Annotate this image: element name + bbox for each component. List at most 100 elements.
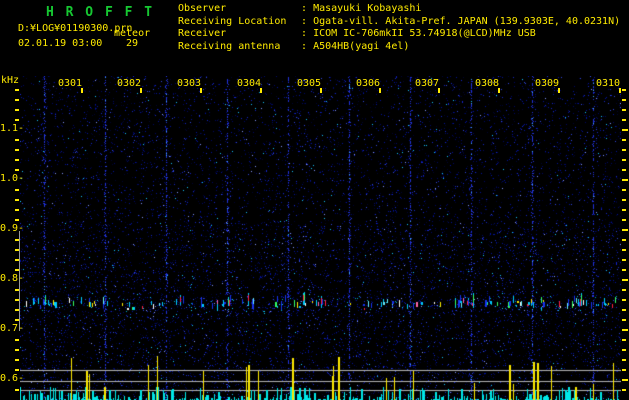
time-axis-tick	[320, 88, 322, 93]
freq-minor-tick-left	[15, 159, 19, 161]
freq-tick-right	[622, 159, 626, 161]
time-axis-label: 0307	[415, 78, 440, 89]
time-axis-label: 0308	[475, 78, 500, 89]
freq-minor-tick-left	[15, 289, 19, 291]
freq-minor-tick-left	[15, 119, 19, 121]
freq-tick-right	[622, 359, 626, 361]
receiver-info: Observer : Masayuki Kobayashi Receiving L…	[178, 3, 620, 53]
freq-minor-tick-left	[15, 89, 19, 91]
freq-minor-tick-left	[15, 339, 19, 341]
freq-minor-tick-left	[15, 389, 19, 391]
freq-tick-right	[622, 209, 626, 211]
freq-tick-right	[622, 119, 626, 121]
freq-tick-right	[622, 379, 628, 381]
time-axis-tick	[200, 88, 202, 93]
info-label: Observer	[178, 3, 227, 14]
time-axis-label: 0309	[535, 78, 560, 89]
freq-minor-tick-left	[15, 249, 19, 251]
freq-axis-unit: kHz	[1, 75, 20, 86]
freq-tick-right	[622, 309, 626, 311]
receiver-info-row: Receiving antenna : A504HB(yagi 4el)	[178, 41, 620, 54]
echo-counter: 29	[126, 38, 139, 49]
info-label: Receiver	[178, 28, 227, 40]
time-axis-tick	[81, 88, 83, 93]
freq-tick-right	[622, 219, 626, 221]
time-axis-tick	[260, 88, 262, 93]
freq-tick-right	[622, 239, 626, 241]
freq-tick-right	[622, 169, 626, 171]
app-title: H R O F F T	[46, 5, 155, 20]
freq-minor-tick-left	[15, 189, 19, 191]
freq-axis-label: 1.0-	[0, 173, 25, 184]
info-separator: :	[295, 15, 314, 27]
freq-minor-tick-left	[15, 319, 19, 321]
freq-tick-right	[622, 259, 626, 261]
freq-tick-right	[622, 329, 628, 331]
freq-tick-right	[622, 339, 626, 341]
freq-tick-right	[622, 319, 626, 321]
receiver-info-row: Receiver : ICOM IC-706mkII 53.74918(@LCD…	[178, 28, 620, 41]
info-value: Ogata-vill. Akita-Pref. JAPAN (139.9303E…	[313, 15, 621, 27]
time-axis-label: 0304	[237, 78, 262, 89]
frame-datetime: 02.01.19 03:00	[18, 38, 103, 49]
freq-minor-tick-left	[15, 309, 19, 311]
freq-tick-right	[622, 99, 626, 101]
time-axis-tick	[438, 88, 440, 93]
freq-minor-tick-left	[15, 199, 19, 201]
time-axis-tick	[379, 88, 381, 93]
freq-tick-right	[622, 249, 626, 251]
time-axis-label: 0301	[58, 78, 83, 89]
freq-axis-label: 0.6-	[0, 373, 25, 384]
time-axis-tick	[619, 88, 621, 93]
info-value: Masayuki Kobayashi	[313, 3, 422, 14]
freq-minor-tick-left	[15, 259, 19, 261]
freq-tick-right	[622, 149, 626, 151]
freq-minor-tick-left	[15, 139, 19, 141]
info-value: ICOM IC-706mkII 53.74918(@LCD)MHz USB	[313, 28, 536, 40]
freq-minor-tick-left	[15, 149, 19, 151]
time-axis-tick	[558, 88, 560, 93]
time-axis-label: 0305	[297, 78, 322, 89]
freq-minor-tick-left	[15, 269, 19, 271]
info-separator: :	[295, 28, 314, 40]
freq-minor-tick-left	[15, 109, 19, 111]
freq-tick-right	[622, 369, 626, 371]
freq-tick-right	[622, 139, 626, 141]
freq-minor-tick-left	[15, 219, 19, 221]
freq-tick-right	[622, 129, 628, 131]
freq-tick-right	[622, 299, 626, 301]
freq-minor-tick-left	[15, 359, 19, 361]
time-axis-label: 0310	[596, 78, 621, 89]
info-separator: :	[295, 40, 314, 52]
freq-tick-right	[622, 109, 626, 111]
time-axis-label: 0303	[177, 78, 202, 89]
freq-tick-right	[622, 349, 626, 351]
freq-minor-tick-left	[15, 299, 19, 301]
freq-axis-label: 0.7-	[0, 323, 25, 334]
time-axis-tick	[498, 88, 500, 93]
info-separator: :	[295, 3, 314, 14]
freq-minor-tick-left	[15, 169, 19, 171]
time-axis-tick	[140, 88, 142, 93]
time-axis-label: 0306	[356, 78, 381, 89]
freq-tick-right	[622, 89, 626, 91]
freq-minor-tick-left	[15, 349, 19, 351]
time-axis-label: 0302	[117, 78, 142, 89]
freq-tick-right	[622, 389, 626, 391]
hrofft-window: H R O F F T D:¥LOG¥01190300.prn meteor 0…	[0, 0, 629, 400]
freq-axis-label: 1.1-	[0, 123, 25, 134]
freq-minor-tick-left	[15, 99, 19, 101]
info-value: A504HB(yagi 4el)	[313, 40, 410, 52]
info-label: Receiving antenna	[178, 40, 281, 52]
freq-tick-right	[622, 229, 628, 231]
freq-minor-tick-left	[15, 239, 19, 241]
freq-axis-label: 0.8-	[0, 273, 25, 284]
freq-minor-tick-left	[15, 369, 19, 371]
freq-tick-right	[622, 279, 628, 281]
info-label: Receiving Location	[178, 15, 287, 27]
spectrogram-canvas	[20, 76, 621, 400]
receiver-info-row: Receiving Location : Ogata-vill. Akita-P…	[178, 16, 620, 29]
freq-minor-tick-left	[15, 209, 19, 211]
freq-axis-label: 0.9-	[0, 223, 25, 234]
freq-tick-right	[622, 199, 626, 201]
